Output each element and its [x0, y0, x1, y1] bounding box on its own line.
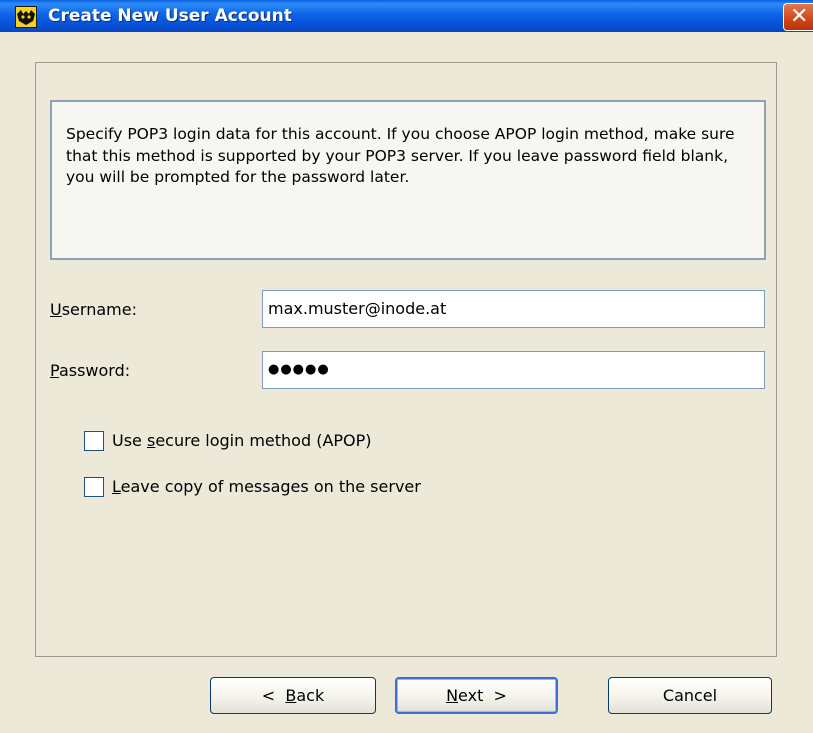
- cancel-button[interactable]: Cancel: [608, 677, 772, 714]
- username-label: Username:: [50, 300, 137, 319]
- next-mnemonic: N: [446, 686, 459, 705]
- username-label-text: sername:: [61, 300, 137, 319]
- next-label: ext >: [458, 686, 507, 705]
- close-button[interactable]: ✕: [783, 3, 813, 31]
- back-label: ack: [296, 686, 325, 705]
- close-icon: ✕: [790, 4, 809, 29]
- bat-icon: [15, 6, 37, 28]
- info-text: Specify POP3 login data for this account…: [66, 125, 735, 186]
- password-label: Password:: [50, 361, 130, 380]
- leave-copy-label-text: eave copy of messages on the server: [120, 477, 421, 496]
- password-input[interactable]: ●●●●●: [262, 351, 765, 389]
- back-button[interactable]: < Back: [210, 677, 376, 714]
- window-title: Create New User Account: [48, 6, 292, 26]
- apop-label[interactable]: Use secure login method (APOP): [112, 431, 372, 450]
- leave-copy-checkbox[interactable]: [84, 477, 104, 497]
- apop-checkbox[interactable]: [84, 431, 104, 451]
- password-label-text: assword:: [58, 361, 131, 380]
- username-label-mnemonic: U: [50, 300, 62, 319]
- info-box: Specify POP3 login data for this account…: [50, 100, 766, 260]
- apop-label-pre: Use: [112, 431, 147, 450]
- username-input[interactable]: max.muster@inode.at: [262, 290, 765, 328]
- back-mnemonic: B: [285, 686, 297, 705]
- leave-copy-label[interactable]: Leave copy of messages on the server: [112, 477, 421, 496]
- apop-label-text: ecure login method (APOP): [155, 431, 372, 450]
- next-button[interactable]: Next >: [395, 677, 558, 714]
- title-bar[interactable]: Create New User Account ✕: [0, 0, 813, 32]
- back-arrow: <: [261, 686, 286, 705]
- password-label-mnemonic: P: [50, 361, 59, 380]
- leave-copy-label-mnemonic: L: [112, 477, 121, 496]
